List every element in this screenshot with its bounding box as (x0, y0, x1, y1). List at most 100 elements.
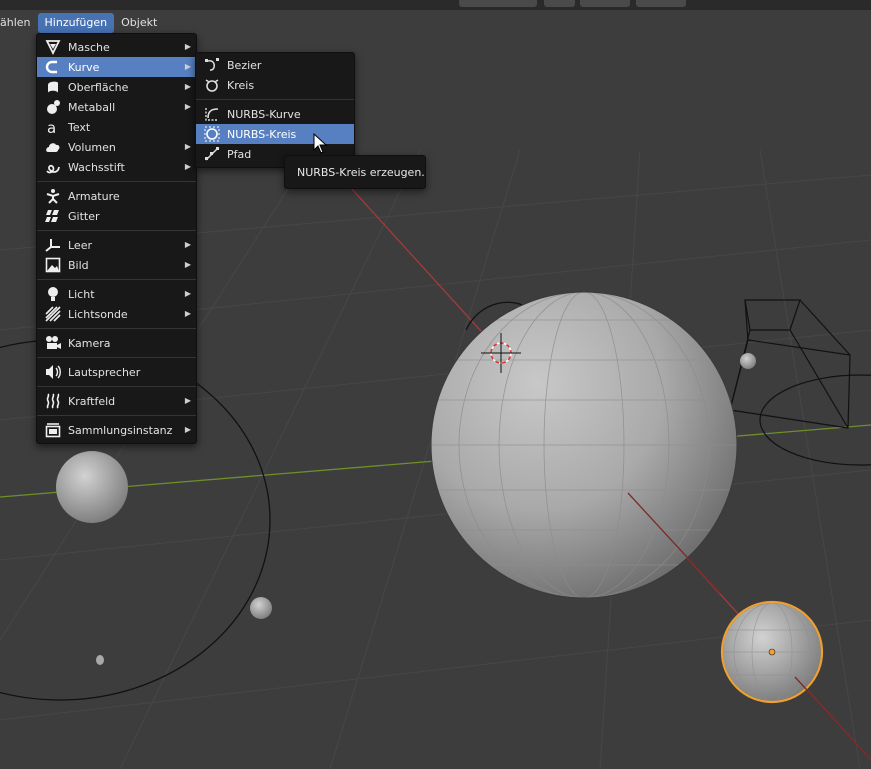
proportional-editing-dropdown[interactable] (636, 0, 686, 7)
menu-object[interactable]: Objekt (114, 13, 164, 33)
volume-icon (44, 139, 62, 155)
menu-separator (37, 357, 196, 358)
menu-item-nurbs-curve[interactable]: NURBS-Kurve (196, 104, 354, 124)
menu-item-label: Kreis (227, 78, 255, 92)
chevron-right-icon: ▶ (184, 162, 191, 171)
menu-item-label: Armature (68, 189, 120, 203)
menu-separator (37, 279, 196, 280)
force-field-icon (44, 393, 62, 409)
light-probe-icon (44, 306, 62, 322)
menu-add[interactable]: Hinzufügen (37, 13, 115, 33)
menu-item-label: Masche (68, 40, 110, 54)
nurbs-circle-icon (203, 126, 221, 142)
menu-item-nurbs-circle[interactable]: NURBS-Kreis (196, 124, 354, 144)
lattice-icon (44, 208, 62, 224)
menu-item-volume[interactable]: Volumen ▶ (37, 137, 196, 157)
image-icon (44, 257, 62, 273)
menu-item-force-field[interactable]: Kraftfeld ▶ (37, 391, 196, 411)
menu-item-label: Oberfläche (68, 80, 129, 94)
chevron-right-icon: ▶ (184, 82, 191, 91)
grease-pencil-icon (44, 159, 62, 175)
menu-item-light[interactable]: Licht ▶ (37, 284, 196, 304)
tooltip-text: NURBS-Kreis erzeugen. (297, 165, 425, 179)
viewport-menubar: ählen Hinzufügen Objekt (0, 12, 164, 34)
chevron-right-icon: ▶ (184, 102, 191, 111)
chevron-right-icon: ▶ (184, 142, 191, 151)
snapping-dropdown[interactable] (580, 0, 630, 7)
pivot-point-dropdown[interactable] (544, 0, 575, 7)
chevron-right-icon: ▶ (184, 289, 191, 298)
light-icon (44, 286, 62, 302)
menu-item-grease-pencil[interactable]: Wachsstift ▶ (37, 157, 196, 177)
menu-item-label: Wachsstift (68, 160, 125, 174)
empty-icon (44, 237, 62, 253)
menu-item-mesh[interactable]: Masche ▶ (37, 37, 196, 57)
menu-item-label: Metaball (68, 100, 116, 114)
menu-item-label: Kurve (68, 60, 100, 74)
menu-item-label: Bezier (227, 58, 262, 72)
chevron-right-icon: ▶ (184, 425, 191, 434)
menu-item-label: Lichtsonde (68, 307, 128, 321)
menu-item-label: Sammlungsinstanz (68, 423, 173, 437)
camera-icon (44, 335, 62, 351)
small-sphere-left[interactable] (56, 451, 128, 523)
mouse-cursor-icon (313, 133, 327, 154)
speaker-icon (44, 364, 62, 380)
tiny-sphere-far[interactable] (96, 655, 104, 665)
chevron-right-icon: ▶ (184, 62, 191, 71)
menu-item-circle[interactable]: Kreis (196, 75, 354, 95)
menu-item-label: Text (68, 120, 91, 134)
menu-item-image[interactable]: Bild ▶ (37, 255, 196, 275)
menu-item-label: Leer (68, 238, 92, 252)
chevron-right-icon: ▶ (184, 240, 191, 249)
menu-item-label: Bild (68, 258, 89, 272)
menu-separator (37, 415, 196, 416)
chevron-right-icon: ▶ (184, 42, 191, 51)
chevron-right-icon: ▶ (184, 309, 191, 318)
menu-item-label: Lautsprecher (68, 365, 141, 379)
big-sphere[interactable] (430, 291, 740, 599)
menu-separator (37, 230, 196, 231)
menu-item-empty[interactable]: Leer ▶ (37, 235, 196, 255)
chevron-right-icon: ▶ (184, 396, 191, 405)
menu-item-label: Kraftfeld (68, 394, 116, 408)
menu-item-curve[interactable]: Kurve ▶ (37, 57, 196, 77)
menu-item-label: Pfad (227, 147, 252, 161)
nurbs-curve-icon (203, 106, 221, 122)
menu-item-lattice[interactable]: Gitter (37, 206, 196, 226)
viewport-header (0, 0, 871, 10)
menu-select[interactable]: ählen (0, 13, 38, 33)
transform-orientation-dropdown[interactable] (459, 0, 537, 7)
menu-separator (37, 328, 196, 329)
curve-icon (44, 59, 62, 75)
menu-item-label: NURBS-Kurve (227, 107, 301, 121)
menu-separator (196, 99, 354, 100)
menu-item-speaker[interactable]: Lautsprecher (37, 362, 196, 382)
tiny-sphere[interactable] (250, 597, 272, 619)
curve-submenu: Bezier Kreis NURBS-Kurve NURBS-Kreis Pfa… (195, 52, 355, 168)
menu-item-surface[interactable]: Oberfläche ▶ (37, 77, 196, 97)
menu-item-metaball[interactable]: Metaball ▶ (37, 97, 196, 117)
menu-item-label: Gitter (68, 209, 100, 223)
menu-separator (37, 386, 196, 387)
tooltip: NURBS-Kreis erzeugen. (284, 155, 426, 189)
menu-item-bezier[interactable]: Bezier (196, 55, 354, 75)
chevron-right-icon: ▶ (184, 260, 191, 269)
mesh-icon (44, 39, 62, 55)
menu-item-armature[interactable]: Armature (37, 186, 196, 206)
menu-item-label: Licht (68, 287, 95, 301)
menu-item-camera[interactable]: Kamera (37, 333, 196, 353)
menu-item-text[interactable]: a Text (37, 117, 196, 137)
collection-instance-icon (44, 422, 62, 438)
menu-item-collection-instance[interactable]: Sammlungsinstanz ▶ (37, 420, 196, 440)
metaball-icon (44, 99, 62, 115)
add-menu: Masche ▶ Kurve ▶ Oberfläche ▶ Metaball ▶ a T… (36, 33, 197, 444)
bezier-circle-icon (203, 77, 221, 93)
menu-item-label: NURBS-Kreis (227, 127, 297, 141)
bezier-curve-icon (203, 57, 221, 73)
text-icon: a (44, 119, 62, 135)
surface-icon (44, 79, 62, 95)
path-icon (203, 146, 221, 162)
light-object[interactable] (740, 353, 756, 369)
menu-item-light-probe[interactable]: Lichtsonde ▶ (37, 304, 196, 324)
